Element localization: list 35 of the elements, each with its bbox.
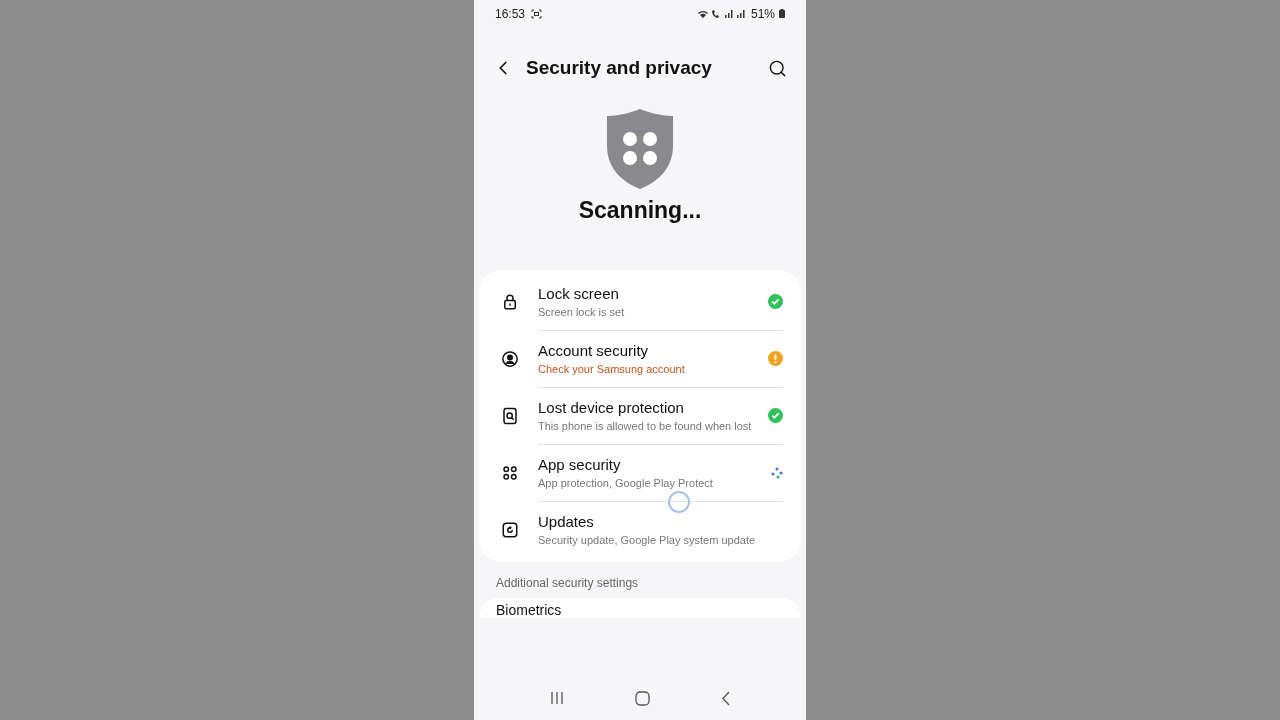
- item-subtitle: This phone is allowed to be found when lost: [538, 418, 753, 434]
- item-title: Lost device protection: [538, 397, 685, 418]
- signal-status-icon: [696, 8, 747, 19]
- battery-icon: [779, 9, 785, 18]
- battery-percentage: 51%: [750, 5, 775, 23]
- security-item[interactable]: Updates Security update, Google Play system update: [479, 501, 801, 558]
- security-item[interactable]: Lock screen Screen lock is set: [479, 273, 801, 331]
- recent-apps-icon[interactable]: [549, 691, 566, 705]
- item-subtitle: Screen lock is set: [538, 304, 626, 320]
- item-title: Updates: [538, 511, 595, 532]
- home-icon[interactable]: [635, 690, 651, 706]
- settings-item[interactable]: Biometrics: [496, 601, 784, 618]
- item-title: Lock screen: [538, 283, 620, 304]
- item-title: Account security: [538, 340, 650, 361]
- scan-status: Scanning...: [578, 196, 702, 225]
- section-header: Additional security settings: [496, 574, 640, 592]
- security-item[interactable]: App security App protection, Google Play Protect: [479, 444, 801, 502]
- screenshot-frame-icon: [531, 8, 543, 19]
- touch-indicator: [668, 490, 690, 513]
- four-circles-icon: [501, 464, 519, 482]
- security-item[interactable]: Account security Check your Samsung account: [479, 330, 801, 388]
- clock-time: 16:53: [495, 5, 526, 23]
- security-item[interactable]: Lost device protection This phone is allowed to be found when lost: [479, 387, 801, 445]
- page-title: Security and privacy: [526, 55, 712, 80]
- item-subtitle: Security update, Google Play system update: [538, 532, 757, 548]
- refresh-square-icon: [501, 520, 519, 539]
- back-icon[interactable]: [720, 690, 731, 706]
- item-subtitle: Check your Samsung account: [538, 361, 686, 377]
- item-title: App security: [538, 454, 622, 475]
- padlock-icon: [501, 293, 519, 311]
- magnifier-in-phone-icon: [501, 407, 519, 425]
- item-subtitle: App protection, Google Play Protect: [538, 475, 714, 491]
- shield-icon: [605, 107, 675, 191]
- search-icon: [767, 58, 787, 78]
- person-circle-icon: [501, 350, 519, 368]
